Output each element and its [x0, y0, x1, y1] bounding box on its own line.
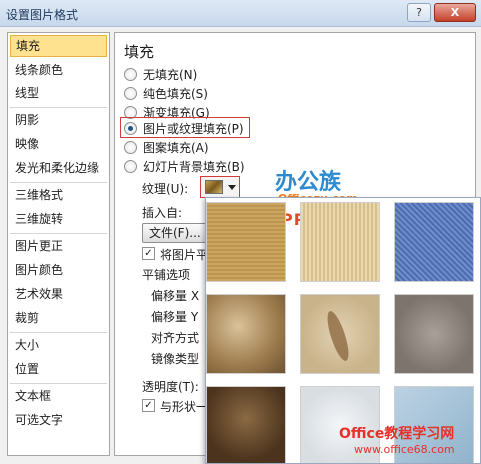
nav-item-alt-text[interactable]: 可选文字	[10, 409, 107, 431]
texture-granite[interactable]	[394, 294, 474, 374]
nav-item-line-style[interactable]: 线型	[10, 82, 107, 104]
rotate-with-shape-checkbox[interactable]: ✓	[142, 399, 155, 412]
bottom-url-watermark: www.office68.com	[354, 443, 455, 456]
nav-item-glow-soft-edges[interactable]: 发光和柔化边缘	[10, 157, 107, 179]
category-list: 填充 线条颜色 线型 阴影 映像 发光和柔化边缘 三维格式 三维旋转 图片更正 …	[7, 32, 110, 456]
radio-button-selected[interactable]	[124, 121, 137, 135]
texture-denim[interactable]	[394, 202, 474, 282]
radio-pattern-fill[interactable]: 图案填充(A)	[124, 138, 209, 156]
radio-button[interactable]	[124, 159, 137, 173]
radio-button[interactable]	[124, 67, 137, 81]
help-button[interactable]: ?	[407, 3, 431, 22]
nav-divider	[10, 233, 107, 234]
radio-no-fill[interactable]: 无填充(N)	[124, 65, 197, 83]
texture-burlap[interactable]	[300, 202, 380, 282]
chevron-down-icon	[228, 184, 236, 190]
texture-gallery: PPT教程 Office教程学习网 www.office68.com	[205, 197, 481, 464]
bottom-watermark: Office教程学习网	[339, 426, 455, 442]
nav-item-picture-color[interactable]: 图片颜色	[10, 259, 107, 281]
tile-checkbox-label: 将图片平	[160, 248, 209, 262]
section-title: 填充	[124, 43, 155, 61]
transparency-label: 透明度(T):	[142, 380, 199, 394]
nav-divider	[10, 332, 107, 333]
nav-item-3d-format[interactable]: 三维格式	[10, 184, 107, 206]
fish-fossil-icon	[323, 309, 353, 363]
texture-label: 纹理(U):	[142, 182, 189, 196]
texture-crumpled-paper[interactable]	[206, 294, 286, 374]
radio-label: 无填充(N)	[143, 67, 198, 82]
nav-item-crop[interactable]: 裁剪	[10, 307, 107, 329]
nav-item-artistic-effects[interactable]: 艺术效果	[10, 283, 107, 305]
texture-dropdown[interactable]	[200, 176, 240, 198]
dialog-title: 设置图片格式	[6, 8, 79, 22]
tiling-options-label: 平铺选项	[142, 268, 191, 282]
radio-slide-background-fill[interactable]: 幻灯片背景填充(B)	[124, 157, 245, 175]
tile-checkbox[interactable]: ✓	[142, 247, 155, 260]
nav-item-position[interactable]: 位置	[10, 358, 107, 380]
radio-label: 图片或纹理填充(P)	[143, 121, 244, 136]
radio-label: 纯色填充(S)	[143, 86, 208, 101]
nav-divider	[10, 383, 107, 384]
alignment-label: 对齐方式	[151, 331, 200, 345]
radio-button[interactable]	[124, 140, 137, 154]
nav-item-fill[interactable]: 填充	[10, 35, 107, 57]
radio-label: 图案填充(A)	[143, 140, 209, 155]
radio-button[interactable]	[124, 86, 137, 100]
texture-brown-marble[interactable]	[206, 386, 286, 463]
nav-divider	[10, 182, 107, 183]
nav-item-picture-corrections[interactable]: 图片更正	[10, 235, 107, 257]
radio-label: 幻灯片背景填充(B)	[143, 159, 245, 174]
dialog-body: 填充 线条颜色 线型 阴影 映像 发光和柔化边缘 三维格式 三维旋转 图片更正 …	[0, 27, 481, 464]
nav-item-line-color[interactable]: 线条颜色	[10, 59, 107, 81]
insert-from-label: 插入自:	[142, 206, 183, 220]
offset-x-label: 偏移量 X	[151, 289, 200, 303]
texture-fossil[interactable]	[300, 294, 380, 374]
radio-solid-fill[interactable]: 纯色填充(S)	[124, 84, 208, 102]
nav-item-shadow[interactable]: 阴影	[10, 109, 107, 131]
close-button[interactable]: X	[434, 3, 476, 22]
title-bar: 设置图片格式 ? X	[0, 0, 481, 27]
mirror-type-label: 镜像类型	[151, 352, 200, 366]
radio-picture-texture-fill[interactable]: 图片或纹理填充(P)	[124, 119, 244, 137]
rotate-with-shape-label: 与形状一	[160, 400, 209, 414]
file-button[interactable]: 文件(F)...	[142, 223, 212, 243]
nav-item-3d-rotation[interactable]: 三维旋转	[10, 208, 107, 230]
nav-divider	[10, 107, 107, 108]
nav-item-size[interactable]: 大小	[10, 334, 107, 356]
texture-swatch-icon	[205, 180, 223, 194]
texture-canvas[interactable]	[206, 202, 286, 282]
offset-y-label: 偏移量 Y	[151, 310, 199, 324]
nav-item-reflection[interactable]: 映像	[10, 133, 107, 155]
nav-item-text-box[interactable]: 文本框	[10, 385, 107, 407]
